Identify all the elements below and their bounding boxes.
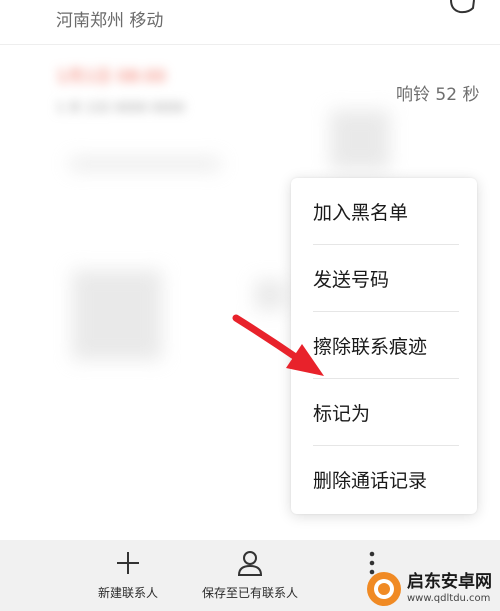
menu-item-label: 删除通话记录 (313, 469, 428, 492)
menu-item-label: 加入黑名单 (313, 201, 409, 224)
person-icon (237, 551, 263, 576)
plus-icon (117, 552, 139, 574)
blurred-background-block (70, 158, 220, 170)
menu-item-add-blacklist[interactable]: 加入黑名单 (291, 178, 477, 244)
watermark-name: 启东安卓网 (407, 572, 492, 592)
header-divider (0, 44, 500, 45)
menu-item-send-number[interactable]: 发送号码 (291, 245, 477, 311)
red-arrow-icon (232, 314, 324, 376)
menu-item-label: 发送号码 (313, 268, 390, 291)
blurred-background-block (255, 280, 285, 310)
menu-item-label: 擦除联系痕迹 (313, 335, 428, 358)
call-time: 1月1日 08:00 (56, 67, 167, 87)
call-record-blurred: 1月1日 08:00 1 天 132 0000 0000 (56, 62, 356, 122)
watermark: 启东安卓网 www.qdltdu.com (365, 566, 500, 611)
save-to-existing-contact-button[interactable]: 保存至已有联系人 (190, 540, 310, 611)
blurred-background-block (330, 110, 390, 170)
menu-item-mark-as[interactable]: 标记为 (291, 379, 477, 445)
watermark-url: www.qdltdu.com (407, 593, 491, 604)
watermark-logo-icon (367, 571, 401, 606)
caller-location: 河南郑州 移动 (56, 11, 164, 31)
blurred-background-block (72, 270, 162, 360)
ring-duration: 响铃 52 秒 (396, 85, 480, 105)
save-to-existing-label: 保存至已有联系人 (201, 586, 298, 600)
menu-item-label: 标记为 (313, 402, 371, 425)
new-contact-label: 新建联系人 (97, 586, 158, 600)
message-bubble-icon[interactable] (448, 0, 476, 14)
call-subtitle: 1 天 132 0000 0000 (56, 101, 185, 116)
menu-item-delete-call-log[interactable]: 删除通话记录 (291, 446, 477, 512)
new-contact-button[interactable]: 新建联系人 (88, 540, 168, 611)
